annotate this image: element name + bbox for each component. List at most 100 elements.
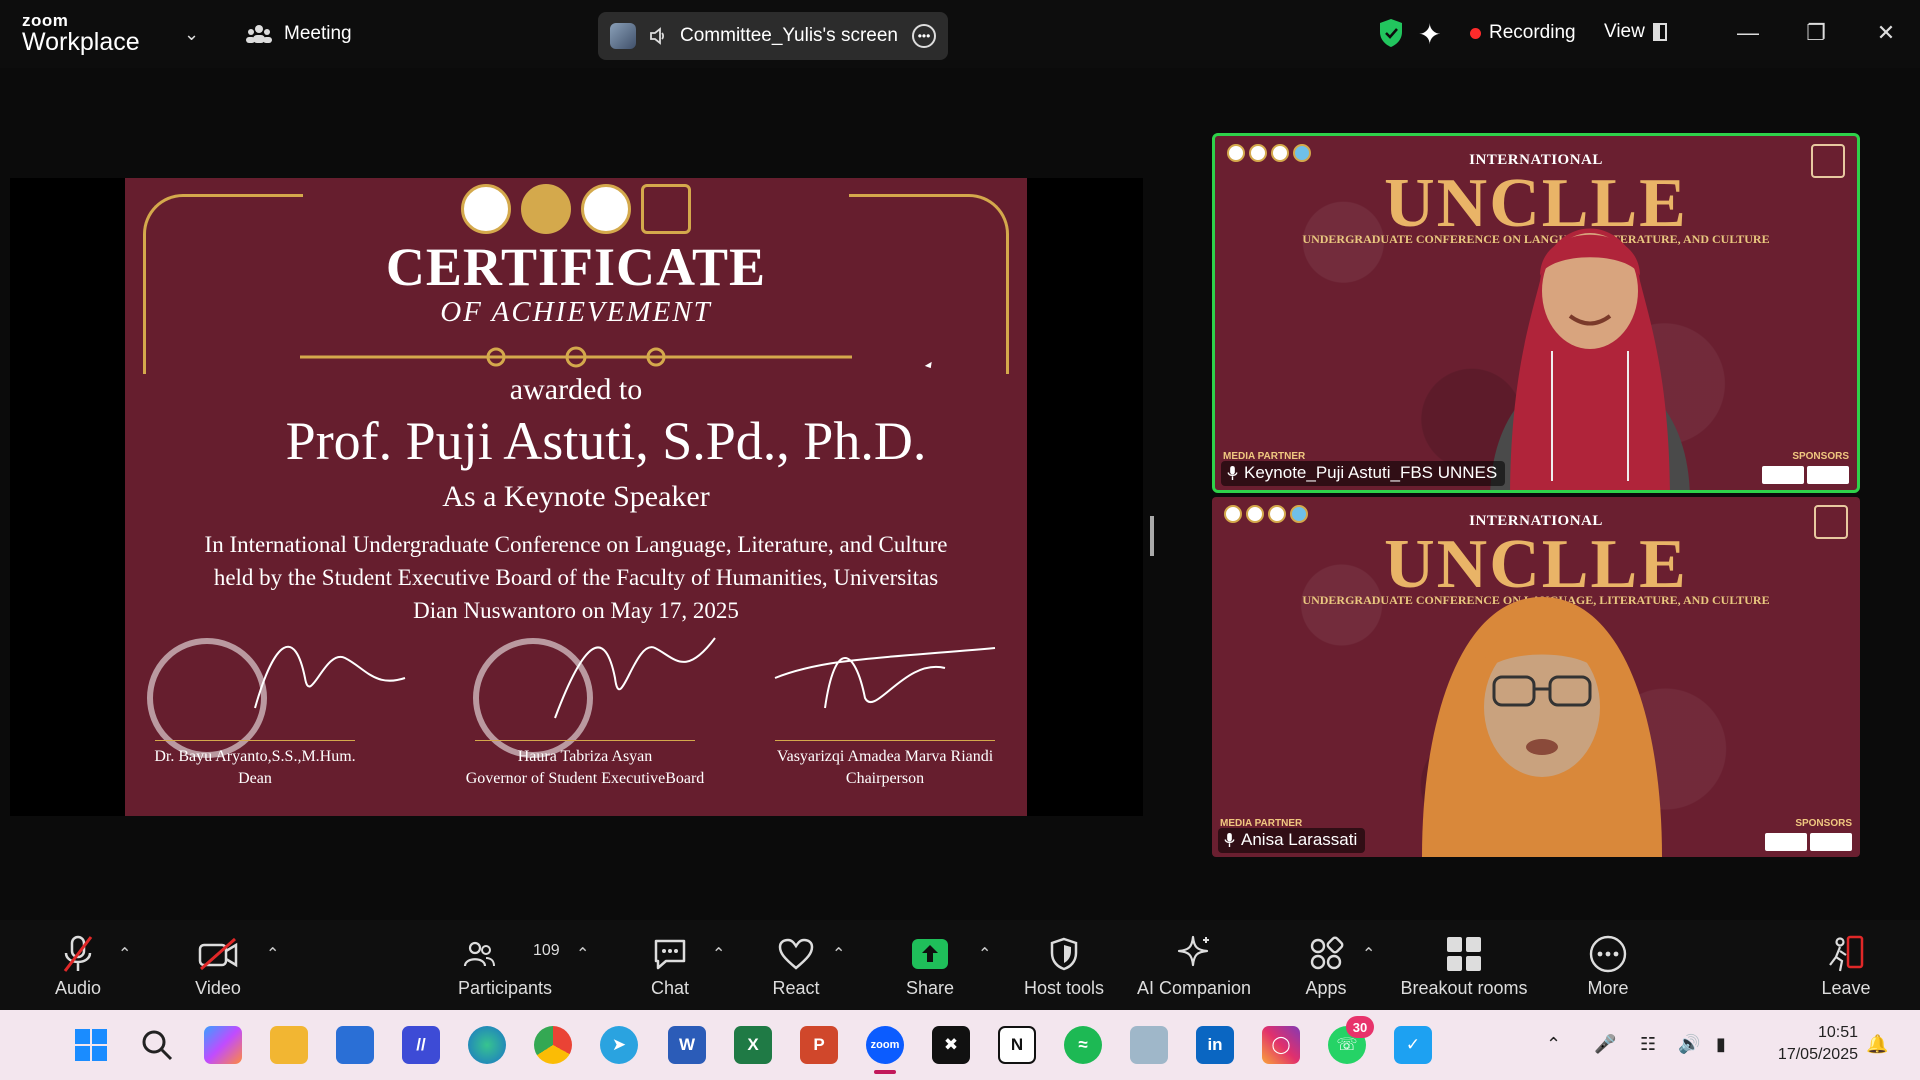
windows-start-icon[interactable]: [72, 1026, 110, 1064]
brand-bottom-text: Workplace: [22, 28, 140, 56]
participant-name-tag: Anisa Larassati: [1218, 828, 1366, 853]
view-button[interactable]: View: [1604, 21, 1667, 43]
zoom-icon[interactable]: zoom: [866, 1026, 904, 1074]
audio-label: Audio: [54, 978, 102, 998]
microphone-tray-icon[interactable]: 🎤: [1594, 1034, 1616, 1055]
signatory-dean: Dr. Bayu Aryanto,S.S.,M.Hum. Dean: [135, 740, 375, 790]
powerpoint-icon[interactable]: P: [800, 1026, 838, 1064]
leave-button[interactable]: Leave: [1816, 920, 1876, 1010]
encryption-shield-icon[interactable]: [1378, 18, 1404, 48]
ai-companion-label: AI Companion: [1136, 978, 1252, 998]
ai-sparkle-icon[interactable]: ✦: [1418, 18, 1441, 51]
react-button[interactable]: React: [766, 920, 826, 1010]
signature-governor: [554, 637, 716, 719]
share-screen-icon: [912, 939, 948, 969]
notion-icon[interactable]: N: [998, 1026, 1036, 1064]
react-caret-icon[interactable]: ⌃: [832, 944, 845, 964]
wifi-icon[interactable]: ☷: [1640, 1034, 1656, 1055]
close-button[interactable]: ✕: [1866, 16, 1906, 50]
participants-caret-icon[interactable]: ⌃: [576, 944, 589, 964]
share-caret-icon[interactable]: ⌃: [978, 944, 991, 964]
ai-companion-icon: [1177, 935, 1209, 967]
video-button[interactable]: Video: [188, 920, 248, 1010]
chevron-down-icon[interactable]: ⌄: [184, 24, 199, 45]
search-icon[interactable]: [138, 1026, 176, 1064]
breakout-rooms-button[interactable]: Breakout rooms: [1394, 920, 1534, 1010]
building-app-icon[interactable]: [1130, 1026, 1168, 1064]
system-clock[interactable]: 10:51 17/05/2025: [1778, 1022, 1858, 1066]
leave-label: Leave: [1821, 978, 1871, 998]
signatory-chairperson: Vasyarizqi Amadea Marva Riandi Chairpers…: [755, 740, 1015, 790]
host-shield-icon: [1050, 937, 1078, 971]
sponsors-label: SPONSORS: [1792, 451, 1849, 462]
microphone-muted-icon: [63, 935, 93, 972]
spotify-icon[interactable]: ≈: [1064, 1026, 1102, 1064]
apps-icon: [1310, 936, 1344, 970]
edge-icon[interactable]: [468, 1026, 506, 1064]
more-button[interactable]: More: [1578, 920, 1638, 1010]
audio-options-caret-icon[interactable]: ⌃: [118, 944, 131, 964]
chat-button[interactable]: Chat: [640, 920, 700, 1010]
chat-icon: [654, 939, 686, 970]
video-tile-active-speaker[interactable]: INTERNATIONAL UNCLLE UNDERGRADUATE CONFE…: [1212, 133, 1860, 493]
university-seal-icon: [461, 184, 511, 234]
certificate-description: In International Undergraduate Conferenc…: [204, 532, 948, 623]
brand-top-text: zoom: [22, 11, 69, 30]
twitter-icon[interactable]: ✓: [1394, 1026, 1432, 1064]
telegram-icon[interactable]: ➤: [600, 1026, 638, 1064]
share-button[interactable]: Share: [900, 920, 960, 1010]
meeting-label: Meeting: [284, 23, 352, 44]
visual-studio-icon[interactable]: //: [402, 1026, 440, 1064]
recording-indicator[interactable]: Recording: [1470, 22, 1576, 44]
battery-icon[interactable]: ▮: [1716, 1034, 1726, 1055]
linkedin-icon[interactable]: in: [1196, 1026, 1234, 1064]
microphone-icon: [1224, 833, 1235, 847]
show-hidden-icons-icon[interactable]: ⌃: [1546, 1034, 1561, 1055]
video-tile-participant[interactable]: INTERNATIONAL UNCLLE UNDERGRADUATE CONFE…: [1212, 497, 1860, 857]
heart-icon: [778, 938, 814, 970]
excel-icon[interactable]: X: [734, 1026, 772, 1064]
volume-icon[interactable]: 🔊: [1678, 1034, 1700, 1055]
whatsapp-icon[interactable]: ☏ 30: [1328, 1016, 1374, 1064]
participant-video: [1422, 597, 1662, 857]
panel-resize-handle[interactable]: [1150, 516, 1154, 556]
windows-taskbar: // ➤ W X P zoom ✖ N ≈ in ◯ ☏ 30 ✓ ⌃ 🎤 ☷ 🔊…: [0, 1010, 1920, 1080]
microphone-icon: [1227, 466, 1238, 480]
notifications-icon[interactable]: 🔔: [1866, 1034, 1888, 1055]
chrome-icon[interactable]: [534, 1026, 572, 1064]
flourish-divider: [300, 346, 852, 368]
signature-chairperson: [774, 647, 996, 709]
file-explorer-icon[interactable]: [270, 1026, 308, 1064]
speaker-icon: [650, 27, 665, 45]
chat-caret-icon[interactable]: ⌃: [712, 944, 725, 964]
more-options-icon[interactable]: •••: [912, 24, 936, 48]
participant-video: [1490, 228, 1690, 490]
screen-share-indicator[interactable]: Committee_Yulis's screen •••: [598, 12, 948, 60]
signatory-name: Haura Tabriza Asyan: [517, 748, 653, 765]
apps-caret-icon[interactable]: ⌃: [1362, 944, 1375, 964]
signatory-title: Dean: [238, 770, 272, 787]
meeting-info-button[interactable]: Meeting: [246, 22, 352, 46]
microsoft-store-icon[interactable]: [336, 1026, 374, 1064]
video-options-caret-icon[interactable]: ⌃: [266, 944, 279, 964]
ai-companion-button[interactable]: AI Companion: [1134, 920, 1254, 1010]
minimize-button[interactable]: —: [1728, 16, 1768, 50]
instagram-icon[interactable]: ◯: [1262, 1026, 1300, 1064]
participant-name: Anisa Larassati: [1241, 830, 1358, 849]
more-label: More: [1587, 978, 1629, 998]
certificate: CERTIFICATE OF ACHIEVEMENT awarded to Pr…: [125, 178, 1027, 816]
chat-label: Chat: [650, 978, 690, 998]
word-icon[interactable]: W: [668, 1026, 706, 1064]
signatory-title: Chairperson: [845, 770, 925, 787]
restore-button[interactable]: ❐: [1796, 16, 1836, 50]
capcut-icon[interactable]: ✖: [932, 1026, 970, 1064]
participant-name-tag: Keynote_Puji Astuti_FBS UNNES: [1221, 461, 1506, 486]
apps-button[interactable]: Apps: [1296, 920, 1356, 1010]
host-tools-button[interactable]: Host tools: [1016, 920, 1112, 1010]
copilot-icon[interactable]: [204, 1026, 242, 1064]
video-off-icon: [198, 937, 238, 971]
participants-button[interactable]: 109 Participants: [450, 920, 560, 1010]
recipient-role: As a Keynote Speaker: [442, 480, 710, 513]
audio-button[interactable]: Audio: [48, 920, 108, 1010]
zoom-workplace-logo[interactable]: zoom Workplace: [22, 12, 140, 55]
